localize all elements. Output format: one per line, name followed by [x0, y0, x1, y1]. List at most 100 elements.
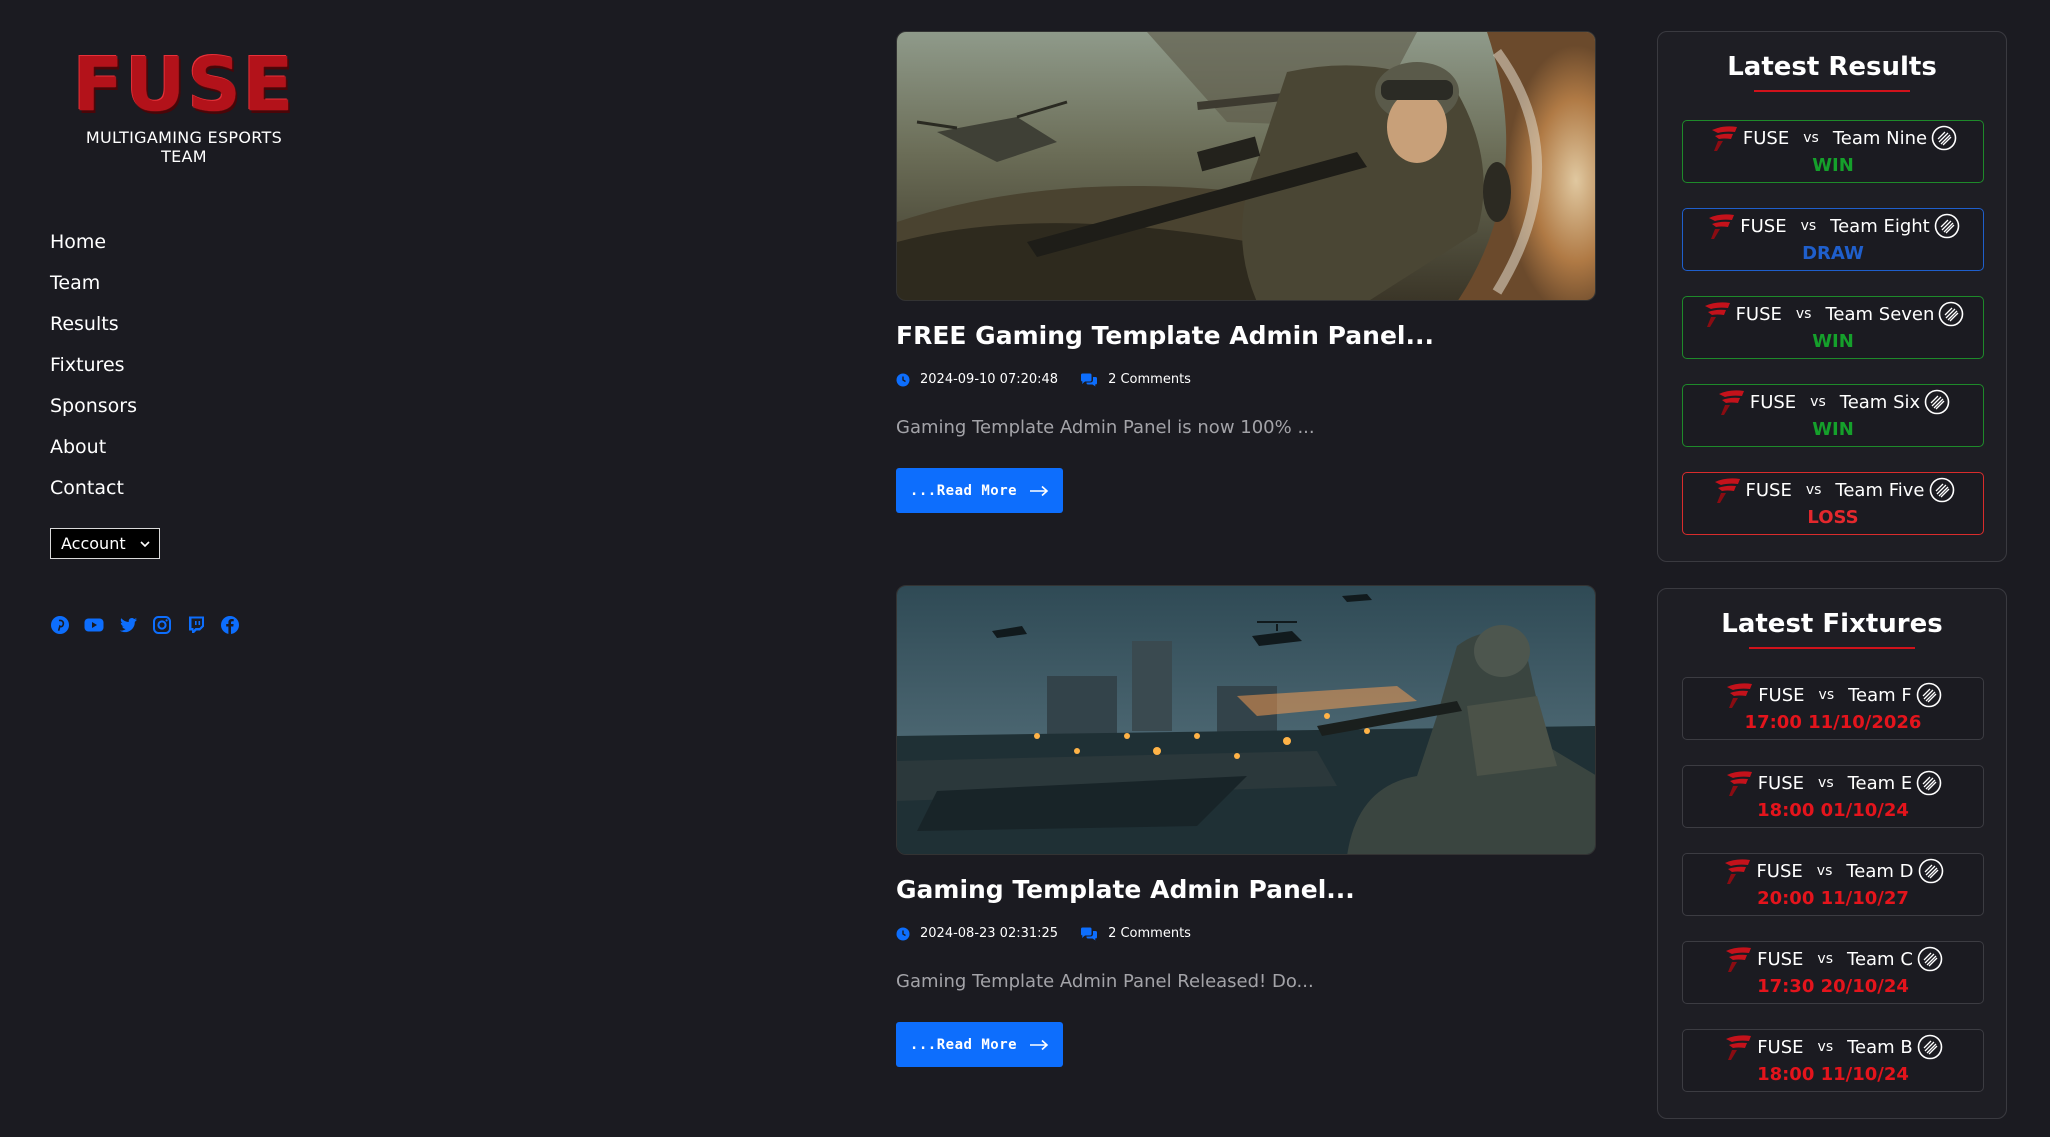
widget-title: Latest Fixtures — [1721, 609, 1943, 639]
title-underline — [1754, 90, 1910, 92]
match-teams: FUSE vs Team Eight — [1683, 211, 1983, 241]
title-underline — [1749, 647, 1915, 649]
match-result-label: DRAW — [1802, 243, 1864, 264]
fixture-card[interactable]: FUSE vs Team C 17:30 20/10/24 — [1682, 941, 1984, 1004]
nav-item-results[interactable]: Results — [50, 310, 137, 351]
fuse-team-logo-icon — [1714, 478, 1740, 503]
match-teams: FUSE vs Team Six — [1683, 387, 1983, 417]
away-team-name: Team Five — [1835, 479, 1925, 501]
nav-item-fixtures[interactable]: Fixtures — [50, 351, 137, 392]
main-nav: Home Team Results Fixtures Sponsors Abou… — [50, 228, 137, 515]
social-links — [50, 615, 240, 635]
result-card[interactable]: FUSE vs Team Seven WIN — [1682, 296, 1984, 359]
fixture-card[interactable]: FUSE vs Team E 18:00 01/10/24 — [1682, 765, 1984, 828]
away-team-name: Team Eight — [1830, 215, 1930, 237]
post-image-soldier-battle[interactable] — [896, 585, 1596, 855]
post-comments-count[interactable]: 2 Comments — [1108, 372, 1191, 387]
match-teams: FUSE vs Team B — [1683, 1032, 1983, 1062]
nav-item-about[interactable]: About — [50, 433, 137, 474]
opponent-logo-icon — [1934, 213, 1960, 239]
home-team-name: FUSE — [1740, 215, 1787, 237]
facebook-icon[interactable] — [220, 615, 240, 635]
instagram-icon[interactable] — [152, 615, 172, 635]
result-card[interactable]: FUSE vs Team Eight DRAW — [1682, 208, 1984, 271]
widget-title: Latest Results — [1727, 52, 1937, 82]
fixture-card[interactable]: FUSE vs Team B 18:00 11/10/24 — [1682, 1029, 1984, 1092]
result-card[interactable]: FUSE vs Team Five LOSS — [1682, 472, 1984, 535]
home-team-name: FUSE — [1735, 303, 1782, 325]
opponent-logo-icon — [1917, 1034, 1943, 1060]
comments-icon — [1081, 373, 1098, 386]
opponent-logo-icon — [1918, 858, 1943, 884]
away-team-name: Team D — [1846, 860, 1914, 882]
sidebar: FUSE MULTIGAMING ESPORTS TEAM Home Team … — [0, 0, 420, 1137]
fuse-team-logo-icon — [1711, 126, 1737, 151]
fuse-team-logo-icon — [1718, 390, 1744, 415]
versus-label: vs — [1817, 951, 1834, 967]
twitter-icon[interactable] — [118, 615, 138, 635]
versus-label: vs — [1817, 1039, 1834, 1055]
fixture-card[interactable]: FUSE vs Team F 17:00 11/10/2026 — [1682, 677, 1984, 740]
away-team-name: Team C — [1847, 948, 1913, 970]
account-dropdown[interactable]: Account — [50, 528, 160, 559]
fixture-time-label: 17:30 20/10/24 — [1757, 976, 1909, 997]
twitch-icon[interactable] — [186, 615, 206, 635]
result-card[interactable]: FUSE vs Team Nine WIN — [1682, 120, 1984, 183]
match-teams: FUSE vs Team F — [1683, 680, 1983, 710]
comments-icon — [1081, 927, 1098, 940]
nav-item-sponsors[interactable]: Sponsors — [50, 392, 137, 433]
opponent-logo-icon — [1939, 301, 1964, 327]
fixture-card[interactable]: FUSE vs Team D 20:00 11/10/27 — [1682, 853, 1984, 916]
post-title[interactable]: FREE Gaming Template Admin Panel... — [896, 320, 1598, 352]
post-excerpt: Gaming Template Admin Panel Released! Do… — [896, 971, 1314, 992]
fixture-time-label: 20:00 11/10/27 — [1757, 888, 1909, 909]
fixture-time-label: 18:00 11/10/24 — [1757, 1064, 1909, 1085]
post-title[interactable]: Gaming Template Admin Panel... — [896, 874, 1598, 906]
match-result-label: LOSS — [1807, 507, 1859, 528]
versus-label: vs — [1818, 775, 1834, 791]
home-team-name: FUSE — [1742, 127, 1790, 149]
away-team-name: Team Six — [1839, 391, 1921, 413]
post-comments-count[interactable]: 2 Comments — [1108, 926, 1191, 941]
result-card[interactable]: FUSE vs Team Six WIN — [1682, 384, 1984, 447]
away-team-name: Team Nine — [1832, 127, 1928, 149]
fuse-team-logo-icon — [1709, 214, 1735, 239]
versus-label: vs — [1810, 394, 1826, 410]
read-more-button[interactable]: ...Read More — [896, 1022, 1063, 1067]
opponent-logo-icon — [1916, 682, 1942, 708]
versus-label: vs — [1818, 687, 1835, 703]
fixture-time-label: 18:00 01/10/24 — [1757, 800, 1909, 821]
post-image-soldier-sniper[interactable] — [896, 31, 1596, 301]
home-team-name: FUSE — [1745, 479, 1792, 501]
fixture-time-label: 17:00 11/10/2026 — [1744, 712, 1922, 733]
chevron-down-icon — [140, 540, 150, 547]
opponent-logo-icon — [1917, 946, 1943, 972]
match-teams: FUSE vs Team C — [1683, 944, 1983, 974]
home-team-name: FUSE — [1749, 391, 1797, 413]
account-dropdown-label: Account — [61, 534, 126, 553]
match-teams: FUSE vs Team Nine — [1683, 123, 1983, 153]
nav-item-home[interactable]: Home — [50, 228, 137, 269]
fuse-team-logo-icon — [1726, 947, 1752, 972]
read-more-button[interactable]: ...Read More — [896, 468, 1063, 513]
arrow-right-icon — [1030, 485, 1049, 496]
versus-label: vs — [1816, 863, 1833, 879]
opponent-logo-icon — [1929, 477, 1954, 503]
post-meta: 2024-08-23 02:31:25 2 Comments — [896, 926, 1598, 941]
post-card: Gaming Template Admin Panel... 2024-08-2… — [896, 585, 1598, 1067]
nav-item-team[interactable]: Team — [50, 269, 137, 310]
youtube-icon[interactable] — [84, 615, 104, 635]
read-more-label: ...Read More — [909, 1036, 1018, 1053]
nav-item-contact[interactable]: Contact — [50, 474, 137, 515]
read-more-label: ...Read More — [909, 482, 1018, 499]
site-logo[interactable]: FUSE MULTIGAMING ESPORTS TEAM — [64, 44, 304, 166]
match-teams: FUSE vs Team Five — [1683, 475, 1983, 505]
logo-wordmark: FUSE — [72, 42, 296, 128]
match-result-label: WIN — [1812, 419, 1854, 440]
latest-fixtures-widget: Latest Fixtures FUSE vs Team F 17:00 11/10/… — [1657, 588, 2007, 1119]
away-team-name: Team E — [1847, 772, 1913, 794]
clock-icon — [896, 373, 910, 386]
post-card: FREE Gaming Template Admin Panel... 2024… — [896, 31, 1598, 513]
home-team-name: FUSE — [1757, 772, 1805, 794]
pinterest-icon[interactable] — [50, 615, 70, 635]
